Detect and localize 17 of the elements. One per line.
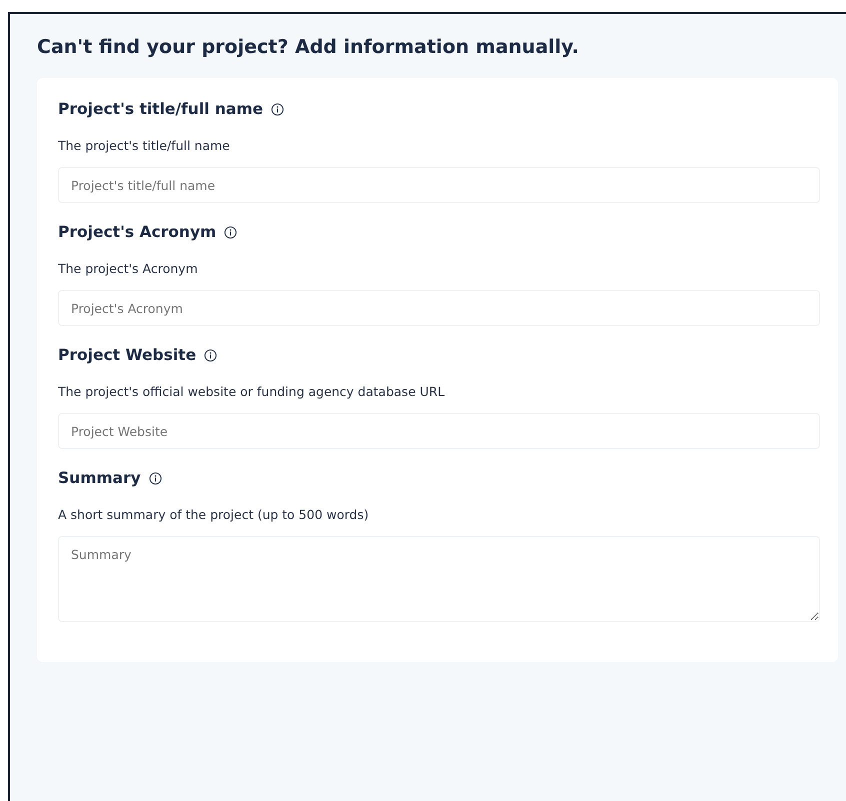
text-field[interactable]: Project Website (58, 413, 820, 449)
field-description: The project's official website or funding agency database URL (58, 384, 446, 399)
text-field[interactable]: Project's Acronym (58, 290, 820, 326)
info-icon[interactable] (271, 102, 284, 116)
section-heading: Can't find your project? Add information manually. (37, 36, 580, 58)
field-label: Project Website (58, 346, 196, 364)
info-icon[interactable] (204, 348, 218, 362)
field-label: Project's title/full name (58, 100, 264, 118)
field-label: Summary (58, 469, 141, 487)
info-icon[interactable] (224, 226, 238, 238)
field-description: The project's title/full name (58, 138, 231, 153)
field-description: A short summary of the project (up to 500 words) (58, 507, 370, 522)
field-label: Project's Acronym (58, 223, 216, 241)
text-field[interactable]: Project's title/full name (58, 167, 820, 203)
field-description: The project's Acronym (58, 261, 199, 276)
text-area[interactable]: Summary (58, 536, 820, 622)
info-icon[interactable] (148, 472, 162, 484)
